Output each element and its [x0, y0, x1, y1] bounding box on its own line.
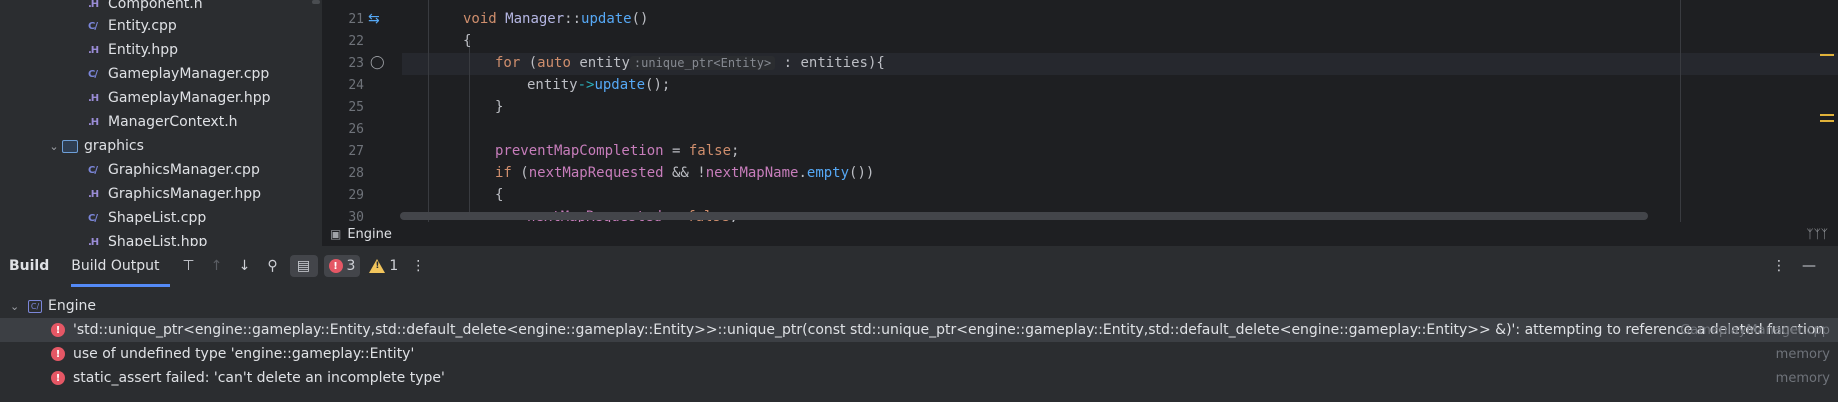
tree-item-shapelist-hpp[interactable]: .H ShapeList.hpp [88, 230, 207, 246]
error-filter-toggle[interactable]: ! 3 [323, 255, 361, 277]
indent-guide [428, 0, 429, 222]
build-message-row[interactable]: ! static_assert failed: 'can't delete an… [0, 366, 1838, 390]
code-line-22: { [463, 33, 472, 49]
line-number: 22 [348, 34, 364, 49]
tree-item-shapelist-cpp[interactable]: C/ ShapeList.cpp [88, 206, 206, 230]
warning-icon: ! [369, 259, 386, 273]
header-file-icon: .H [88, 44, 99, 56]
line-number: 30 [348, 210, 364, 222]
line-number: 24 [348, 78, 364, 93]
horizontal-scrollbar[interactable] [400, 212, 1648, 220]
build-tree-root[interactable]: ⌄ C/ Engine [0, 294, 1838, 318]
warning-stripe-marker[interactable] [1820, 114, 1834, 116]
chevron-down-icon[interactable]: ⌄ [10, 300, 28, 313]
preview-toggle-icon[interactable]: ▤ [289, 255, 318, 277]
project-tree: .H Component.h C/ Entity.cpp .H Entity.h… [0, 0, 322, 246]
tree-item-gameplaymanager-cpp[interactable]: C/ GameplayManager.cpp [88, 62, 269, 86]
error-icon: ! [328, 259, 343, 273]
warning-filter-toggle[interactable]: ! 1 [366, 255, 401, 277]
code-line-24: entity->update(); [527, 77, 671, 93]
cpp-file-icon: C/ [88, 164, 98, 176]
code-line-21: void Manager::update() [463, 11, 649, 27]
tree-item-entity-hpp[interactable]: .H Entity.hpp [88, 38, 178, 62]
tree-item-entity-cpp[interactable]: C/ Entity.cpp [88, 14, 177, 38]
cpp-file-icon: C/ [88, 212, 98, 224]
code-editor[interactable]: 20 21 22 23 24 25 26 27 28 29 30 ⇆ ◯ voi… [322, 0, 1838, 222]
tree-item-graphicsmanager-cpp[interactable]: C/ GraphicsManager.cpp [88, 158, 260, 182]
line-number: 21 [348, 12, 364, 27]
cmake-target-icon: C/ [28, 299, 42, 313]
breadcrumb-engine[interactable]: Engine [347, 227, 392, 242]
tab-build-output[interactable]: Build Output [71, 258, 170, 287]
code-line-25: } [495, 99, 504, 115]
error-icon: ! [51, 347, 65, 361]
error-icon: ! [51, 323, 65, 337]
right-margin-guide [1680, 0, 1681, 222]
line-number: 26 [348, 122, 364, 137]
code-line-23: for (auto entity:unique_ptr<Entity> : en… [495, 55, 885, 71]
arrow-up-icon[interactable]: ↑ [206, 255, 228, 277]
line-number: 20 [322, 0, 364, 3]
more-options-icon[interactable]: ⋮ [1768, 255, 1790, 277]
arrow-down-icon[interactable]: ↓ [234, 255, 256, 277]
tree-folder-graphics[interactable]: ⌄ graphics [46, 134, 143, 158]
warning-stripe-marker[interactable] [1820, 54, 1834, 56]
reader-mode-icon[interactable]: ᛉᛉᛉ [1806, 227, 1828, 241]
build-message-row[interactable]: ! 'std::unique_ptr<engine::gameplay::Ent… [0, 318, 1838, 342]
line-number: 23 [348, 56, 364, 71]
line-number: 25 [348, 100, 364, 115]
header-file-icon: .H [88, 0, 99, 10]
tree-item-gameplaymanager-hpp[interactable]: .H GameplayManager.hpp [88, 86, 271, 110]
warning-stripe-marker[interactable] [1820, 120, 1834, 122]
indent-guide [469, 40, 470, 212]
editor-breadcrumb-bar: ▣ Engine ᛉᛉᛉ [322, 222, 1838, 246]
cpp-file-icon: C/ [88, 68, 98, 80]
code-line-27: preventMapCompletion = false; [495, 143, 740, 159]
build-toolbar: Build Build Output ⊤ ↑ ↓ ⚲ ▤ ! 3 ! 1 ⋮ ⋮… [0, 246, 1838, 287]
active-tab-underline [71, 284, 170, 287]
header-file-icon: .H [88, 92, 99, 104]
build-tool-window: Build Build Output ⊤ ↑ ↓ ⚲ ▤ ! 3 ! 1 ⋮ ⋮… [0, 246, 1838, 402]
minimize-icon[interactable]: — [1798, 255, 1820, 277]
folder-icon [62, 139, 78, 153]
header-file-icon: .H [88, 188, 99, 200]
chevron-down-icon[interactable]: ⌄ [46, 140, 62, 153]
tree-scrollbar[interactable] [312, 0, 320, 4]
header-file-icon: .H [88, 236, 99, 247]
type-inlay-hint: :unique_ptr<Entity> [629, 56, 776, 70]
search-icon[interactable]: ⚲ [262, 255, 284, 277]
line-number: 28 [348, 166, 364, 181]
code-line-29: { [495, 187, 504, 203]
line-number: 27 [348, 144, 364, 159]
tree-item-graphicsmanager-hpp[interactable]: .H GraphicsManager.hpp [88, 182, 261, 206]
code-line-28: if (nextMapRequested && !nextMapName.emp… [495, 165, 875, 181]
build-hammer-icon[interactable]: ⊤ [178, 255, 200, 277]
more-options-icon[interactable]: ⋮ [407, 255, 429, 277]
header-file-icon: .H [88, 116, 99, 128]
line-number: 29 [348, 188, 364, 203]
build-window-title: Build [9, 258, 50, 274]
window-icon: ▣ [330, 227, 342, 241]
tree-item-managercontext-h[interactable]: .H ManagerContext.h [88, 110, 238, 134]
cpp-file-icon: C/ [88, 20, 98, 32]
error-icon: ! [51, 371, 65, 385]
build-message-row[interactable]: ! use of undefined type 'engine::gamepla… [0, 342, 1838, 366]
lightbulb-icon[interactable]: ◯ [370, 55, 385, 70]
override-swap-icon[interactable]: ⇆ [368, 11, 380, 27]
